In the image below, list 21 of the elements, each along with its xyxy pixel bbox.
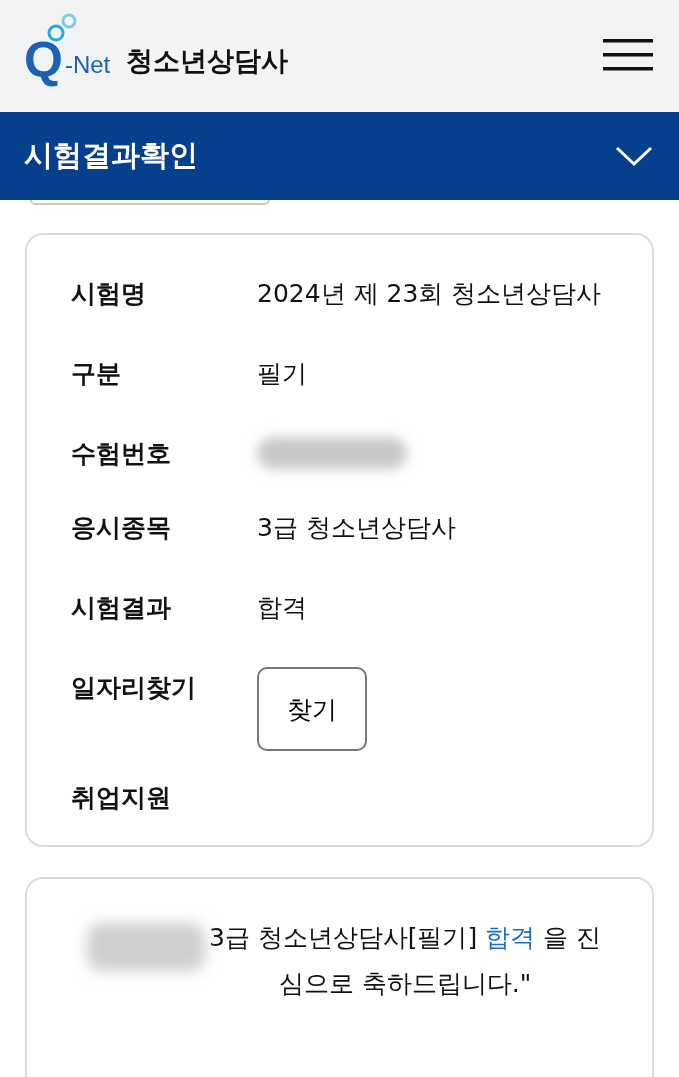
field-value: 필기	[257, 358, 308, 390]
menu-icon	[603, 38, 653, 71]
field-value: 합격	[257, 592, 308, 624]
field-label: 시험결과	[71, 592, 172, 624]
site-title: 청소년상담사	[126, 44, 289, 78]
field-value: 3급 청소년상담사	[257, 512, 457, 544]
field-label: 응시종목	[71, 512, 172, 544]
bubbles-icon	[46, 13, 78, 43]
field-label: 취업지원	[71, 782, 172, 814]
menu-button[interactable]	[603, 38, 653, 74]
field-label: 시험명	[71, 278, 147, 310]
section-bar[interactable]: 시험결과확인	[0, 112, 679, 200]
field-value: 2024년 제 23회 청소년상담사	[257, 278, 602, 310]
logo-letter: Q	[24, 35, 63, 85]
find-button[interactable]: 찾기	[257, 667, 367, 751]
field-label: 구분	[71, 358, 122, 390]
section-title: 시험결과확인	[24, 137, 198, 174]
field-label: 일자리찾기	[71, 672, 197, 704]
logo-text: -Net	[64, 51, 111, 79]
congratulation-message: 3급 청소년상담사[필기] 합격 을 진심으로 축하드립니다."	[207, 922, 603, 1000]
field-label: 수험번호	[71, 438, 172, 470]
